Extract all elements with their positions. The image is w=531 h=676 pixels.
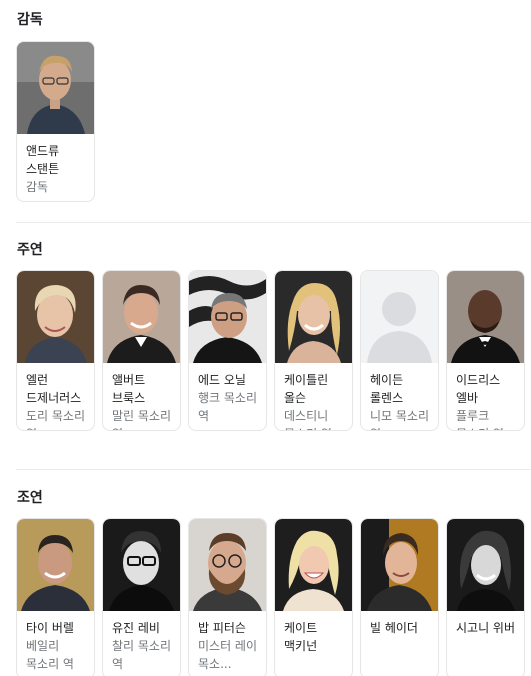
person-card[interactable]: 엘런 드제너러스 도리 목소리 역: [16, 270, 95, 431]
person-name: 빌 헤이더: [370, 621, 418, 635]
section-title: 주연: [17, 242, 43, 258]
person-name: 엘런 드제너러스: [26, 373, 82, 405]
person-role: 도리 목소리 역: [26, 409, 86, 430]
person-card[interactable]: 케이틀린 올슨 데스티니 목소리 역: [274, 270, 353, 431]
person-role: 베일리 목소리 역: [26, 639, 74, 671]
person-photo: [447, 271, 524, 363]
person-photo: [189, 519, 266, 611]
person-name: 케이틀린 올슨: [284, 373, 329, 405]
person-name: 헤이든 롤렌스: [370, 373, 404, 405]
person-card[interactable]: 에드 오닐 행크 목소리 역: [188, 270, 267, 431]
person-name: 앨버트 브룩스: [112, 373, 146, 405]
person-card[interactable]: 앤드류 스탠튼 감독: [16, 41, 95, 202]
person-card[interactable]: 헤이든 롤렌스 니모 목소리 역: [360, 270, 439, 431]
person-name: 유진 레비: [112, 621, 160, 635]
person-photo: [275, 519, 352, 611]
person-name: 에드 오닐: [198, 373, 246, 387]
person-photo: [275, 271, 352, 363]
person-name: 밥 피터슨: [198, 621, 246, 635]
person-photo: [103, 519, 180, 611]
person-photo: [361, 271, 438, 363]
section-title: 조연: [17, 490, 43, 506]
person-name: 케이트 맥키넌: [284, 621, 318, 653]
person-role: 데스티니 목소리 역: [284, 409, 332, 430]
section-divider: [16, 469, 531, 470]
section-divider: [16, 222, 531, 223]
person-role: 니모 목소리 역: [370, 409, 430, 430]
person-card[interactable]: 타이 버렐 베일리 목소리 역: [16, 518, 95, 676]
person-photo: [447, 519, 524, 611]
person-photo: [17, 271, 94, 363]
person-role: 행크 목소리 역: [198, 391, 258, 423]
person-photo: [17, 519, 94, 611]
person-photo: [361, 519, 438, 611]
person-photo: [17, 42, 94, 134]
person-card[interactable]: 케이트 맥키넌: [274, 518, 353, 676]
section-title: 감독: [17, 12, 43, 28]
person-card[interactable]: 앨버트 브룩스 말린 목소리 역: [102, 270, 181, 431]
person-role: 감독: [26, 180, 49, 194]
person-name: 앤드류 스탠튼: [26, 144, 60, 176]
person-role: 미스터 레이 목소...: [198, 639, 258, 671]
person-photo: [189, 271, 266, 363]
person-photo: [103, 271, 180, 363]
person-role: 말린 목소리 역: [112, 409, 172, 430]
person-role: 찰리 목소리 역: [112, 639, 172, 671]
person-card[interactable]: 빌 헤이더: [360, 518, 439, 676]
person-name: 시고니 위버: [456, 621, 516, 635]
person-name: 타이 버렐: [26, 621, 74, 635]
person-name: 이드리스 엘바: [456, 373, 501, 405]
person-card[interactable]: 이드리스 엘바 플루크 목소리 역: [446, 270, 525, 431]
person-card[interactable]: 시고니 위버: [446, 518, 525, 676]
person-card[interactable]: 유진 레비 찰리 목소리 역: [102, 518, 181, 676]
person-role: 플루크 목소리 역: [456, 409, 504, 430]
person-card[interactable]: 밥 피터슨 미스터 레이 목소...: [188, 518, 267, 676]
